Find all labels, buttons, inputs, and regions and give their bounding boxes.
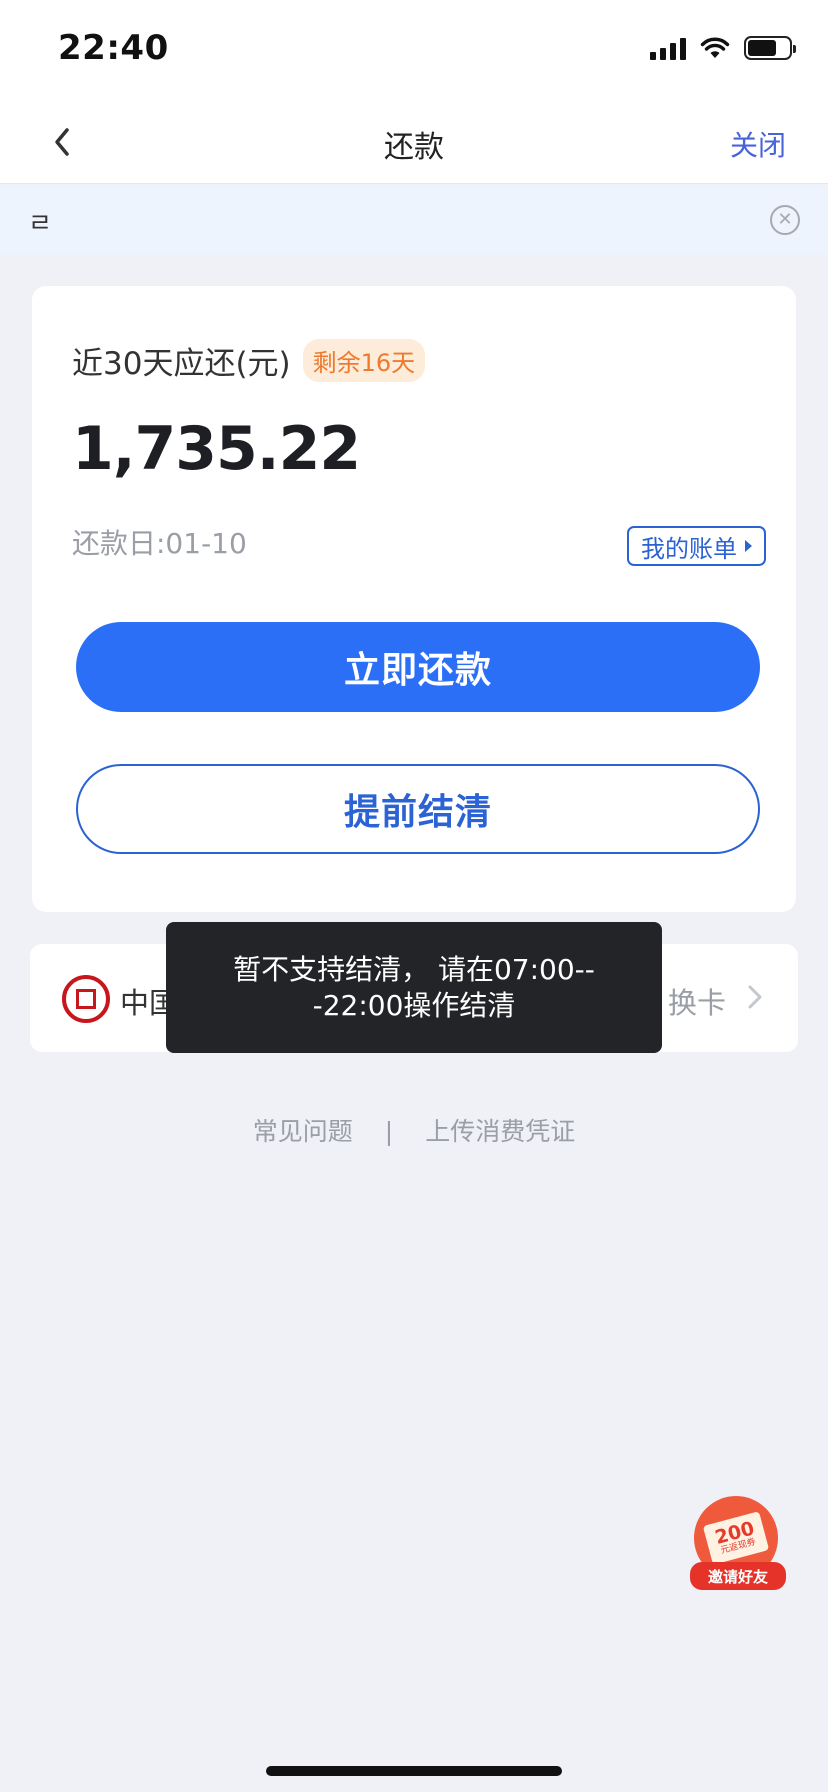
invite-friends-badge[interactable]: 200 元返现券 邀请好友	[690, 1496, 786, 1592]
page-title: 还款	[384, 130, 444, 165]
chevron-right-icon	[748, 985, 762, 1009]
change-card-link[interactable]: 换卡	[668, 980, 726, 1022]
my-bill-label: 我的账单	[641, 534, 737, 563]
status-time: 22:40	[58, 28, 169, 68]
upload-receipt-link[interactable]: 上传消费凭证	[425, 1117, 575, 1146]
toast-line-1: 暂不支持结清， 请在07:00--	[233, 953, 595, 986]
toast-line-2: -22:00操作结清	[312, 989, 516, 1022]
battery-icon	[744, 36, 796, 60]
my-bill-button[interactable]: 我的账单	[627, 526, 766, 566]
due-date: 还款日:01-10	[72, 527, 247, 560]
cellular-signal-icon	[650, 36, 686, 60]
home-indicator[interactable]	[266, 1766, 562, 1776]
notice-text: ㄹ	[28, 209, 52, 239]
amount-label: 近30天应还(元)	[72, 346, 291, 382]
repayment-card: 近30天应还(元) 剩余16天 1,735.22 还款日:01-10 我的账单 …	[32, 286, 796, 912]
circle-close-icon[interactable]: ✕	[770, 205, 800, 235]
nav-bar: 还款 关闭	[0, 100, 828, 184]
triangle-right-icon	[745, 540, 752, 552]
footer-links: 常见问题 | 上传消费凭证	[0, 1112, 828, 1148]
amount-label-row: 近30天应还(元) 剩余16天	[72, 338, 426, 383]
status-bar: 22:40	[0, 0, 828, 100]
wifi-icon	[700, 37, 730, 58]
notice-bar: ㄹ ✕	[0, 185, 828, 255]
toast-message: 暂不支持结清， 请在07:00-- -22:00操作结清	[166, 922, 662, 1053]
invite-label: 邀请好友	[690, 1562, 786, 1590]
days-remaining-badge: 剩余16天	[302, 339, 426, 382]
status-icons	[650, 36, 796, 60]
faq-link[interactable]: 常见问题	[253, 1117, 353, 1146]
early-settle-button[interactable]: 提前结清	[76, 764, 760, 854]
close-button[interactable]: 关闭	[730, 124, 786, 164]
icbc-logo-icon	[62, 975, 110, 1023]
pay-now-button[interactable]: 立即还款	[76, 622, 760, 712]
amount-due: 1,735.22	[72, 414, 361, 484]
footer-separator: |	[384, 1117, 394, 1146]
